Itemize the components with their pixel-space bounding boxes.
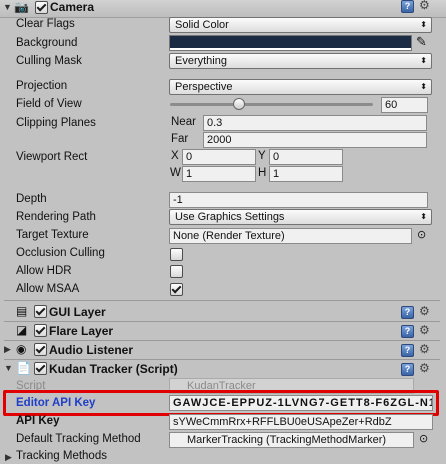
rendering-path-label: Rendering Path [16, 211, 96, 223]
api-key-input[interactable]: sYWeCmmRrx+RFFLBU0eUSApeZer+RdbZ [169, 414, 433, 430]
audio-listener-row[interactable]: ▶ ◉ Audio Listener ? ⚙ [0, 340, 446, 359]
help-icon[interactable]: ? [401, 306, 414, 319]
gear-icon[interactable]: ⚙ [419, 304, 430, 318]
help-icon[interactable]: ? [401, 363, 414, 376]
fold-triangle-icon[interactable]: ▼ [3, 2, 12, 12]
default-tracking-method-label: Default Tracking Method [16, 433, 141, 445]
gui-layer-icon: ▤ [16, 304, 28, 318]
camera-header[interactable]: ▼ 📷 Camera ? ⚙ [0, 0, 446, 18]
fov-input[interactable]: 60 [381, 97, 428, 113]
fov-slider-thumb[interactable] [233, 98, 245, 110]
flare-layer-row[interactable]: ◪ Flare Layer ? ⚙ [0, 321, 446, 340]
camera-icon: 📷 [14, 0, 29, 14]
clipping-planes-label: Clipping Planes [16, 117, 96, 129]
fov-label: Field of View [16, 98, 82, 110]
audio-listener-checkbox[interactable] [34, 343, 47, 356]
allow-hdr-checkbox[interactable] [170, 265, 183, 278]
dropdown-arrow-icon: ⬍ [420, 56, 427, 65]
alpha-bar [170, 48, 411, 50]
kudan-tracker-checkbox[interactable] [34, 362, 47, 375]
flare-layer-icon: ◪ [16, 323, 28, 337]
flare-layer-checkbox[interactable] [34, 324, 47, 337]
kudan-tracker-title: Kudan Tracker (Script) [49, 362, 178, 376]
dropdown-arrow-icon: ⬍ [420, 212, 427, 221]
object-picker-icon[interactable]: ⊙ [417, 228, 426, 241]
occlusion-culling-label: Occlusion Culling [16, 247, 105, 259]
clear-flags-value: Solid Color [175, 19, 229, 31]
clear-flags-label: Clear Flags [16, 18, 75, 30]
allow-msaa-label: Allow MSAA [16, 283, 80, 295]
occlusion-culling-checkbox[interactable] [170, 248, 183, 261]
projection-label: Projection [16, 80, 68, 92]
api-key-label: API Key [16, 415, 60, 427]
viewport-h-label: H [258, 167, 267, 179]
editor-api-key-label: Editor API Key [16, 397, 96, 409]
help-icon[interactable]: ? [401, 344, 414, 357]
viewport-w-label: W [170, 167, 181, 179]
culling-mask-label: Culling Mask [16, 55, 82, 67]
culling-mask-value: Everything [175, 55, 227, 67]
editor-api-key-input[interactable]: GAWJCE-EPPUZ-1LVNG7-GETT8-F6ZGL-N1 [169, 395, 433, 411]
allow-msaa-checkbox[interactable] [170, 283, 183, 296]
fov-slider-track[interactable] [170, 103, 373, 106]
help-icon[interactable]: ? [401, 0, 414, 13]
far-label: Far [171, 133, 189, 145]
clear-flags-dropdown[interactable]: Solid Color ⬍ [169, 17, 432, 33]
viewport-y-label: Y [258, 150, 266, 162]
fold-triangle-icon[interactable]: ▼ [4, 363, 13, 373]
viewport-rect-label: Viewport Rect [16, 151, 88, 163]
target-texture-label: Target Texture [16, 229, 89, 241]
near-input[interactable]: 0.3 [203, 115, 427, 131]
camera-title: Camera [50, 0, 95, 14]
viewport-x-input[interactable]: 0 [182, 149, 256, 165]
eyedropper-icon[interactable]: ✎ [416, 34, 427, 50]
near-label: Near [171, 116, 196, 128]
camera-enabled-checkbox[interactable] [35, 1, 48, 14]
allow-hdr-label: Allow HDR [16, 265, 72, 277]
tracking-methods-label[interactable]: Tracking Methods [16, 450, 107, 462]
projection-value: Perspective [175, 81, 233, 93]
default-tracking-method-field[interactable]: MarkerTracking (TrackingMethodMarker) [169, 432, 414, 448]
object-picker-icon[interactable]: ⊙ [419, 432, 428, 445]
depth-label: Depth [16, 193, 47, 205]
help-icon[interactable]: ? [401, 325, 414, 338]
viewport-x-label: X [171, 150, 179, 162]
divider [4, 300, 440, 301]
viewport-w-input[interactable]: 1 [182, 166, 256, 182]
gear-icon[interactable]: ⚙ [419, 342, 430, 356]
background-color-swatch[interactable] [169, 35, 412, 51]
kudan-tracker-header[interactable]: ▼ 📄 Kudan Tracker (Script) ? ⚙ [0, 359, 446, 378]
depth-input[interactable]: -1 [169, 192, 428, 208]
audio-listener-icon: ◉ [16, 342, 27, 356]
rendering-path-dropdown[interactable]: Use Graphics Settings ⬍ [169, 209, 432, 225]
projection-dropdown[interactable]: Perspective ⬍ [169, 79, 432, 95]
viewport-h-input[interactable]: 1 [269, 166, 343, 182]
fold-triangle-icon[interactable]: ▶ [4, 344, 11, 355]
tracking-value: MarkerTracking (TrackingMethodMarker) [187, 434, 387, 446]
target-texture-field[interactable]: None (Render Texture) [169, 228, 412, 244]
gear-icon[interactable]: ⚙ [419, 361, 430, 375]
gui-layer-title: GUI Layer [49, 305, 106, 319]
gear-icon[interactable]: ⚙ [419, 0, 430, 12]
rendering-path-value: Use Graphics Settings [175, 211, 285, 223]
far-input[interactable]: 2000 [203, 132, 427, 148]
culling-mask-dropdown[interactable]: Everything ⬍ [169, 53, 432, 69]
dropdown-arrow-icon: ⬍ [420, 20, 427, 29]
gear-icon[interactable]: ⚙ [419, 323, 430, 337]
gui-layer-checkbox[interactable] [34, 305, 47, 318]
gui-layer-row[interactable]: ▤ GUI Layer ? ⚙ [0, 302, 446, 321]
dropdown-arrow-icon: ⬍ [420, 82, 427, 91]
audio-listener-title: Audio Listener [49, 343, 134, 357]
script-icon: 📄 [16, 361, 31, 375]
background-label: Background [16, 37, 78, 49]
flare-layer-title: Flare Layer [49, 324, 114, 338]
fold-triangle-icon[interactable]: ▶ [5, 452, 12, 463]
viewport-y-input[interactable]: 0 [269, 149, 343, 165]
